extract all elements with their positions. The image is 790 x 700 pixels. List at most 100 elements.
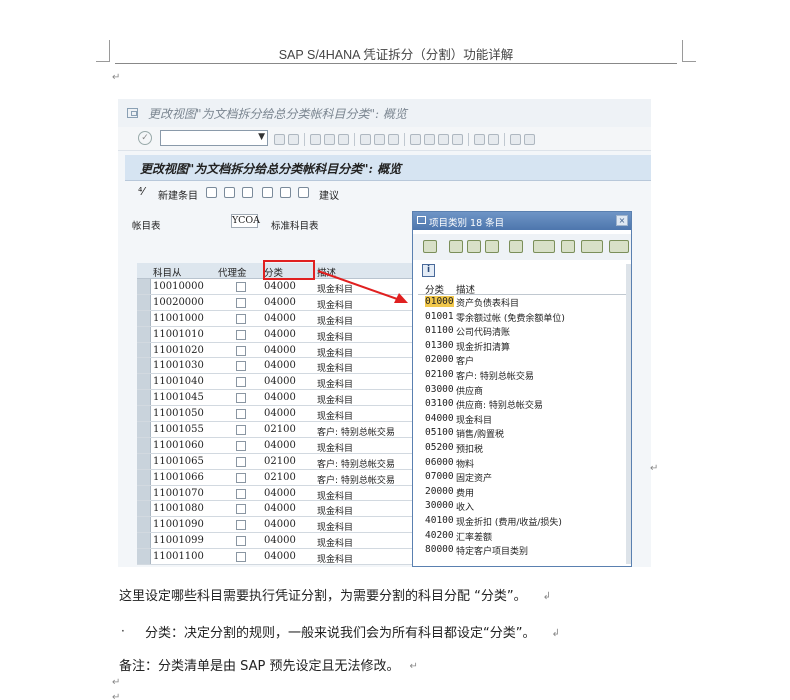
agent-checkbox[interactable] [236, 472, 246, 483]
category-cell[interactable]: 02100 [264, 424, 296, 435]
deselect-all-icon[interactable] [298, 187, 309, 198]
popup-scrollbar[interactable] [626, 264, 631, 564]
category-description[interactable]: 汇率差额 [456, 530, 492, 543]
table-row[interactable]: 11001065 02100 客户: 特别总帐交易 [137, 453, 413, 470]
category-cell[interactable]: 04000 [264, 488, 296, 499]
cancel-icon[interactable] [338, 133, 349, 145]
category-code[interactable]: 07000 [425, 471, 454, 482]
row-selector[interactable] [137, 549, 151, 565]
list-item[interactable]: 80000 特定客户项目类别 [418, 543, 630, 558]
category-code[interactable]: 01300 [425, 340, 454, 351]
category-description[interactable]: 资产负债表科目 [456, 296, 519, 309]
exit-icon[interactable] [324, 133, 335, 145]
table-row[interactable]: 11001050 04000 现金科目 [137, 406, 413, 422]
list-item[interactable]: 07000 固定资产 [418, 470, 630, 485]
category-code[interactable]: 05200 [425, 442, 454, 453]
list-item[interactable]: 02100 客户: 特别总帐交易 [418, 368, 630, 383]
category-description[interactable]: 公司代码清账 [456, 325, 510, 338]
agent-checkbox[interactable] [236, 440, 246, 451]
category-code[interactable]: 01100 [425, 325, 454, 336]
table-row[interactable]: 11001070 04000 现金科目 [137, 485, 413, 502]
category-cell[interactable]: 04000 [264, 313, 296, 324]
agent-checkbox[interactable] [236, 393, 246, 404]
account-cell[interactable]: 10020000 [153, 297, 204, 308]
category-code[interactable]: 02100 [425, 369, 454, 380]
row-selector[interactable] [137, 485, 151, 501]
last-page-icon[interactable] [452, 133, 463, 145]
agent-checkbox[interactable] [236, 377, 246, 388]
row-selector[interactable] [137, 453, 151, 469]
table-row[interactable]: 11001099 04000 现金科目 [137, 533, 413, 549]
account-cell[interactable]: 11001066 [153, 472, 204, 483]
category-code[interactable]: 30000 [425, 500, 454, 511]
row-selector[interactable] [137, 469, 151, 485]
account-cell[interactable]: 11001050 [153, 408, 204, 419]
list-item[interactable]: 40100 现金折扣 (费用/收益/损失) [418, 514, 630, 529]
agent-checkbox[interactable] [236, 282, 246, 292]
back-nav-icon[interactable] [310, 133, 321, 145]
category-code[interactable]: 02000 [425, 354, 454, 365]
category-cell[interactable]: 04000 [264, 392, 296, 403]
category-cell[interactable]: 04000 [264, 329, 296, 340]
category-cell[interactable]: 02100 [264, 456, 296, 467]
account-cell[interactable]: 11001030 [153, 360, 204, 371]
category-cell[interactable]: 04000 [264, 440, 296, 451]
select-block-icon[interactable] [280, 187, 291, 198]
copy-icon[interactable] [206, 187, 217, 198]
list-item[interactable]: 05200 预扣税 [418, 441, 630, 456]
table-row[interactable]: 11001000 04000 现金科目 [137, 310, 413, 327]
account-cell[interactable]: 11001090 [153, 519, 204, 530]
category-description[interactable]: 现金科目 [456, 413, 492, 426]
category-code[interactable]: 04000 [425, 413, 454, 424]
save-icon[interactable] [288, 133, 299, 145]
category-code[interactable]: 20000 [425, 486, 454, 497]
table-row[interactable]: 11001100 04000 现金科目 [137, 549, 413, 565]
row-selector[interactable] [137, 437, 151, 453]
category-description[interactable]: 客户: 特别总帐交易 [456, 369, 534, 382]
account-cell[interactable]: 11001080 [153, 503, 204, 514]
table-row[interactable]: 11001030 04000 现金科目 [137, 358, 413, 374]
category-cell[interactable]: 02100 [264, 472, 296, 483]
agent-checkbox[interactable] [236, 313, 246, 324]
back-icon[interactable] [274, 133, 285, 145]
search-icon[interactable] [423, 240, 437, 253]
row-selector[interactable] [137, 390, 151, 406]
account-cell[interactable]: 11001020 [153, 345, 204, 356]
category-description[interactable]: 销售/购置税 [456, 427, 504, 440]
list-item[interactable]: 01100 公司代码清账 [418, 324, 630, 339]
account-cell[interactable]: 11001000 [153, 313, 204, 324]
list-item[interactable]: 05100 销售/购置税 [418, 426, 630, 441]
shortcut-icon[interactable] [488, 133, 499, 145]
info-button[interactable]: 建议 [319, 187, 339, 202]
table-row[interactable]: 11001066 02100 客户: 特别总帐交易 [137, 469, 413, 486]
account-cell[interactable]: 11001040 [153, 376, 204, 387]
agent-checkbox[interactable] [236, 425, 246, 436]
row-selector[interactable] [137, 406, 151, 422]
agent-checkbox[interactable] [236, 409, 246, 420]
category-code[interactable]: 01000 [425, 296, 454, 307]
popup-col-category[interactable]: 分类 [425, 282, 444, 296]
list-item[interactable]: 01001 零余额过帐 (免费余额单位) [418, 310, 630, 325]
category-code[interactable]: 06000 [425, 457, 454, 468]
row-selector[interactable] [137, 517, 151, 533]
list-item[interactable]: 02000 客户 [418, 353, 630, 368]
row-selector[interactable] [137, 326, 151, 342]
new-session-icon[interactable] [474, 133, 485, 145]
table-row[interactable]: 11001080 04000 现金科目 [137, 501, 413, 517]
table-row[interactable]: 11001090 04000 现金科目 [137, 517, 413, 533]
account-cell[interactable]: 11001100 [153, 551, 204, 562]
row-selector[interactable] [137, 501, 151, 517]
chart-of-accounts-field[interactable]: YCOA [231, 214, 260, 228]
agent-checkbox[interactable] [236, 361, 246, 372]
enter-check-icon[interactable]: ✓ [138, 131, 152, 145]
account-cell[interactable]: 11001065 [153, 456, 204, 467]
category-code[interactable]: 03000 [425, 384, 454, 395]
category-description[interactable]: 客户 [456, 354, 474, 367]
category-cell[interactable]: 04000 [264, 535, 296, 546]
agent-checkbox[interactable] [236, 504, 246, 515]
category-code[interactable]: 80000 [425, 544, 454, 555]
table-row[interactable]: 11001060 04000 现金科目 [137, 437, 413, 454]
account-cell[interactable]: 11001055 [153, 424, 204, 435]
table-row[interactable]: 11001040 04000 现金科目 [137, 374, 413, 390]
delete-icon[interactable] [224, 187, 235, 198]
